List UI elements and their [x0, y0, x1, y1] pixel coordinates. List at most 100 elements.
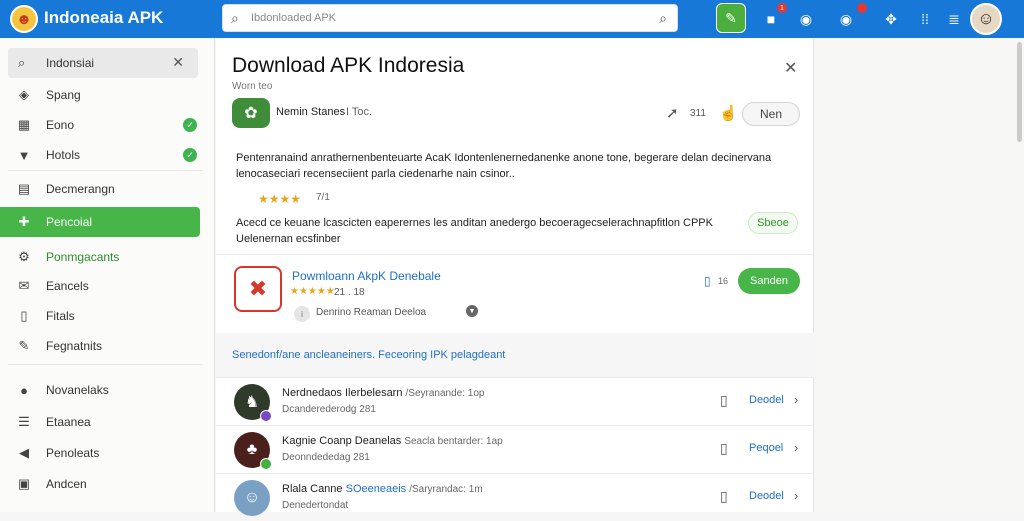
app-info: Denrino Reaman Deeloa	[316, 307, 427, 318]
item-title-text: Kagnie Coanp Deanelas	[282, 435, 402, 447]
sidebar-item-label: Spang	[46, 88, 81, 102]
list-item[interactable]: ☺ Rlala Canne SOeeneaeis /Saryrandac: 1m…	[216, 473, 814, 521]
user-avatar[interactable]: ☺	[970, 3, 1002, 35]
download-button[interactable]: Sanden	[738, 268, 800, 294]
download-button-label: Sanden	[750, 275, 788, 287]
item-meta: Seacla bentarder: 1ap	[404, 436, 503, 447]
app-logo[interactable]: ☻	[10, 5, 38, 33]
publisher-meta: I Toc.	[346, 106, 373, 118]
item-avatar: ☺	[234, 480, 270, 516]
item-title: Nerdnedaos Ilerbelesarn /Seyranande: 1op	[282, 387, 484, 399]
sidebar-item-novanelaks[interactable]: ● Novanelaks	[0, 375, 210, 405]
puzzle-icon[interactable]: ✥	[878, 6, 904, 32]
scrollbar[interactable]	[1017, 42, 1022, 142]
file-icon: ▯	[704, 274, 711, 288]
tag-icon: ▼	[17, 147, 31, 163]
divider	[8, 170, 203, 171]
sidebar-item-label: Pencoial	[46, 215, 93, 229]
list-item[interactable]: ♞ Nerdnedaos Ilerbelesarn /Seyranande: 1…	[216, 377, 814, 425]
description-line: lenocaseciari recenseciient parla cieden…	[236, 168, 515, 180]
pencil-icon: ✎	[18, 338, 30, 353]
divider	[8, 364, 203, 365]
sidebar-item-hotols[interactable]: ▼ Hotols ✓	[0, 140, 210, 170]
sidebar-item-spang[interactable]: ◈ Spang	[0, 80, 210, 110]
list-item[interactable]: ♣ Kagnie Coanp Deanelas Seacla bentarder…	[216, 425, 814, 473]
chevron-right-icon[interactable]: ›	[794, 440, 798, 455]
sidebar-item-label: Novanelaks	[46, 383, 109, 397]
sidebar-search[interactable]: ⌕ Indonsiai ✕	[8, 48, 198, 78]
sidebar-item-ponmgacants[interactable]: ⚙ Ponmgacants	[0, 242, 210, 272]
search-submit-icon[interactable]: ⌕	[659, 10, 667, 27]
grid-icon[interactable]: ⁞⁞	[912, 6, 938, 32]
app-name[interactable]: Powmloann AkpK Denebale	[292, 269, 441, 283]
app-rating-stars: ★★★★★	[290, 286, 335, 297]
top-bar: ☻ Indoneaia APK ⌕ Ibdonloaded APK ⌕ ✎ ■ 1…	[0, 0, 1024, 38]
search-icon: ⌕	[231, 10, 239, 26]
sidebar-item-andcen[interactable]: ▣ Andcen	[0, 469, 210, 499]
item-sub: Dcanderederodg 281	[282, 404, 376, 415]
search-input[interactable]: Ibdonloaded APK	[251, 12, 336, 24]
sidebar-item-eancels[interactable]: ✉ Eancels	[0, 271, 210, 301]
image-icon: ▣	[17, 476, 31, 491]
new-button-label: Nen	[759, 107, 782, 121]
chevron-right-icon[interactable]: ›	[794, 488, 798, 503]
sidebar-item-eono[interactable]: ▦ Eono ✓	[0, 110, 210, 140]
briefcase-icon: ▤	[17, 181, 31, 196]
chevron-down-icon[interactable]: ▼	[466, 305, 478, 317]
publisher-name[interactable]: Nemin Stanes	[276, 106, 345, 118]
sidebar-item-pencoial[interactable]: ✚ Pencoial	[0, 207, 200, 237]
publisher-avatar[interactable]: ✿	[232, 98, 270, 128]
clipboard-icon[interactable]: ▯	[720, 440, 728, 457]
notification-icon[interactable]: ■ 1	[758, 3, 787, 32]
sidebar-item-etaanea[interactable]: ☰ Etaanea	[0, 407, 210, 437]
description-line: Pentenranaind anrathernenbenteuarte AcaK…	[236, 152, 772, 164]
like-icon[interactable]: ☝	[719, 104, 738, 122]
list-icon: ☰	[18, 414, 30, 429]
menu-icon[interactable]: ≣	[941, 6, 967, 32]
item-meta: /Seyranande: 1op	[405, 388, 485, 399]
page-title: Download APK Indoresia	[232, 54, 465, 77]
chevron-right-icon[interactable]: ›	[794, 392, 798, 407]
puzzle-icon: ✚	[18, 214, 30, 229]
gear-icon: ⚙	[18, 249, 30, 264]
share-icon[interactable]: ➚	[666, 104, 679, 122]
check-icon: ✓	[183, 118, 197, 132]
search-bar[interactable]: ⌕ Ibdonloaded APK ⌕	[222, 4, 678, 32]
clipboard-icon[interactable]: ▯	[720, 392, 728, 409]
info-line: Uelenernan ecsfinber	[236, 233, 341, 245]
chat-icon[interactable]: ✎	[716, 3, 746, 33]
right-panel	[815, 38, 1024, 512]
info-paragraph: Acecd ce keuane lcascicten eaperernes le…	[236, 215, 796, 247]
sidebar-item-label: Eancels	[46, 279, 89, 293]
sidebar-item-label: Hotols	[46, 148, 81, 162]
sidebar-item-label: Penoleats	[46, 446, 100, 460]
close-icon[interactable]: ✕	[784, 58, 797, 78]
clipboard-icon[interactable]: ▯	[720, 488, 728, 505]
alert-icon[interactable]: ◉	[833, 3, 867, 32]
item-title: Rlala Canne SOeeneaeis /Saryrandac: 1m	[282, 483, 483, 495]
item-title: Kagnie Coanp Deanelas Seacla bentarder: …	[282, 435, 503, 447]
info-line: Acecd ce keuane lcascicten eaperernes le…	[236, 217, 713, 229]
sidebar-item-decmerangn[interactable]: ▤ Decmerangn	[0, 174, 210, 204]
sidebar-item-label: Etaanea	[46, 415, 91, 429]
new-button[interactable]: Nen	[742, 102, 800, 126]
close-icon[interactable]: ✕	[172, 54, 184, 71]
item-meta: /Saryrandac: 1m	[409, 484, 483, 495]
item-action-button[interactable]: Deodel	[749, 394, 784, 406]
messenger-icon[interactable]: ◉	[793, 6, 819, 32]
page-subtitle: Worn teo	[232, 81, 273, 92]
sidebar-item-penoleats[interactable]: ◀ Penoleats	[0, 438, 210, 468]
search-icon: ⌕	[18, 55, 26, 70]
app-icon[interactable]: ✖	[234, 266, 282, 312]
brand-title[interactable]: Indoneaia APK	[44, 8, 163, 28]
sidebar-item-fegnatnits[interactable]: ✎ Fegnatnits	[0, 331, 210, 361]
sidebar-item-fitals[interactable]: ▯ Fitals	[0, 301, 210, 331]
item-action-button[interactable]: Peqoel	[749, 442, 783, 454]
item-avatar: ♣	[234, 432, 272, 470]
check-icon: ✓	[183, 148, 197, 162]
item-action-button[interactable]: Deodel	[749, 490, 784, 502]
description-paragraph: Pentenranaind anrathernenbenteuarte AcaK…	[236, 150, 796, 182]
rating-value: 7/1	[316, 192, 330, 203]
sidebar-search-input[interactable]: Indonsiai	[46, 56, 94, 70]
side-button[interactable]: Sbeoe	[748, 212, 798, 234]
